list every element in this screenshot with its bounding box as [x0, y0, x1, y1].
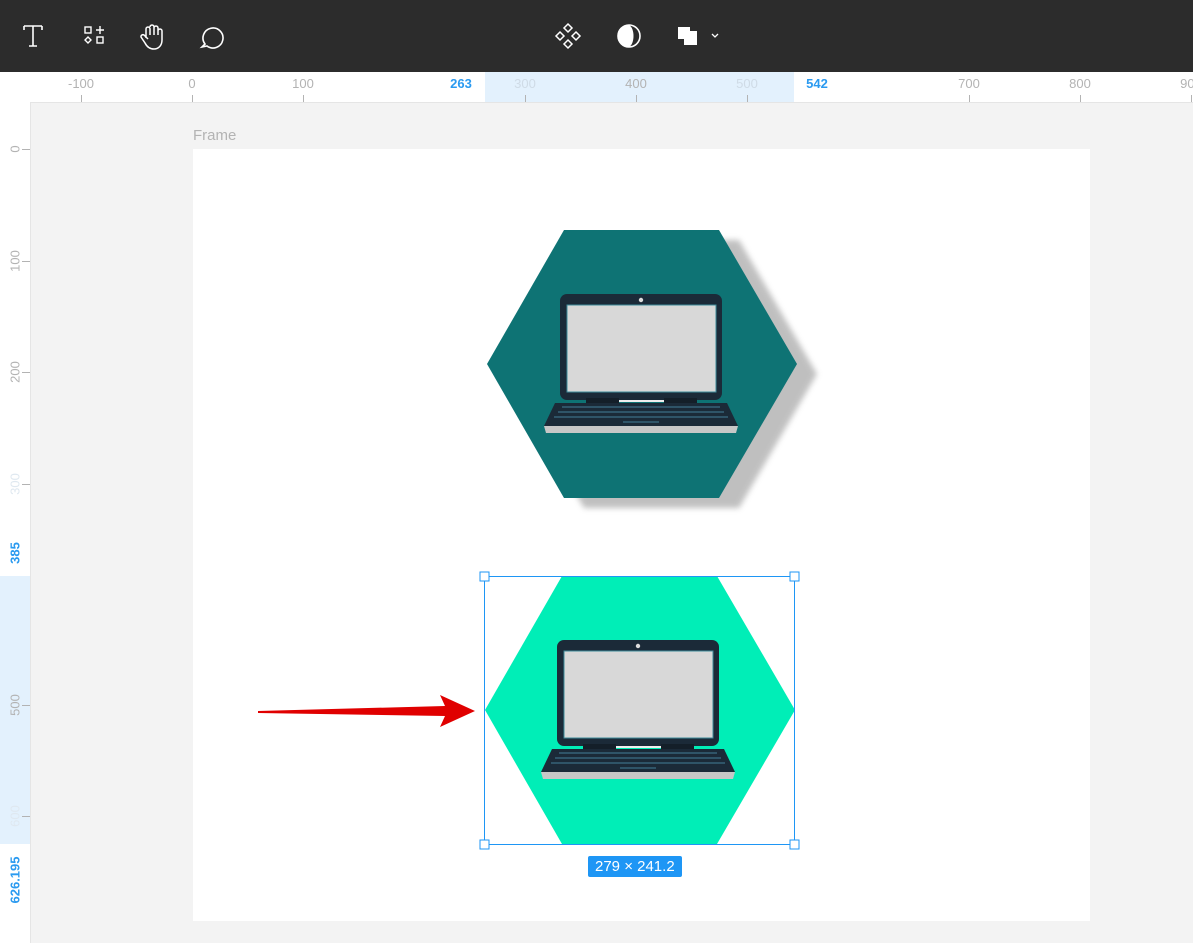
canvas-artwork: [258, 230, 817, 850]
resize-handle-se: [789, 839, 800, 850]
resize-handle-nw: [479, 571, 490, 582]
resize-handle-sw: [479, 839, 490, 850]
laptop-icon: [540, 639, 736, 780]
selection-size-badge: 279 × 241.2: [588, 856, 682, 877]
laptop-icon: [543, 293, 739, 434]
resize-handle-ne: [789, 571, 800, 582]
red-arrow-annotation: [258, 695, 475, 727]
